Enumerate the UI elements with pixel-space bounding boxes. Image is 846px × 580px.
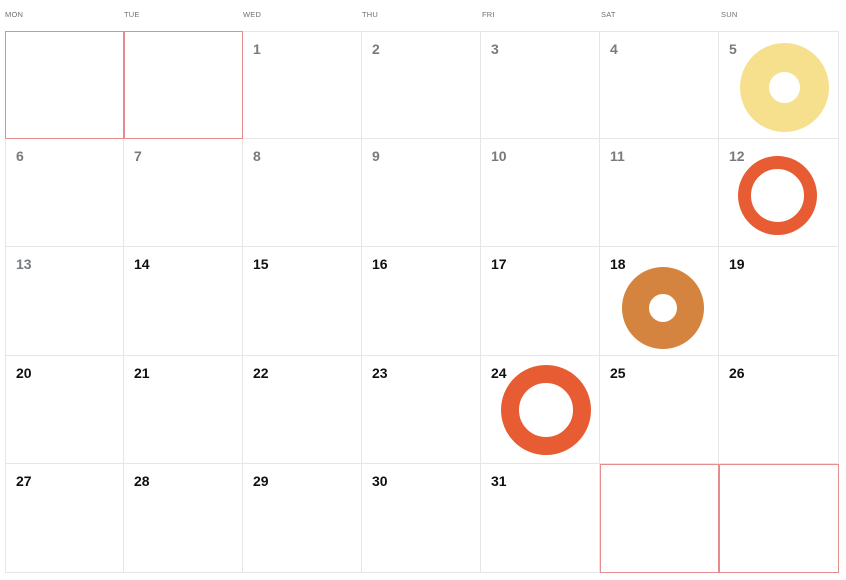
day-number: 28	[134, 473, 150, 489]
day-cell-2[interactable]: 2	[362, 31, 481, 139]
day-cell-1[interactable]: 1	[243, 31, 362, 139]
day-cell-15[interactable]: 15	[243, 247, 362, 356]
day-cell-28[interactable]: 28	[124, 464, 243, 573]
day-number: 14	[134, 256, 150, 272]
day-number: 3	[491, 41, 499, 57]
day-number: 30	[372, 473, 388, 489]
day-number: 19	[729, 256, 745, 272]
day-cell-21[interactable]: 21	[124, 356, 243, 464]
weekday-sat: SAT	[601, 10, 616, 19]
day-cell-16[interactable]: 16	[362, 247, 481, 356]
day-number: 12	[729, 148, 745, 164]
day-cell-13[interactable]: 13	[5, 247, 124, 356]
day-cell-19[interactable]: 19	[719, 247, 839, 356]
calendar-grid: 1 2 3 4 5 6 7 8 9 10 11 12 13 14 15 16 17 18 19 20 21 22 23 24 2…	[5, 31, 839, 573]
weekday-mon: MON	[5, 10, 24, 19]
day-cell-30[interactable]: 30	[362, 464, 481, 573]
empty-day-cell	[719, 464, 839, 573]
day-number: 6	[16, 148, 24, 164]
day-number: 11	[610, 148, 625, 164]
day-cell-4[interactable]: 4	[600, 31, 719, 139]
weekday-thu: THU	[362, 10, 379, 19]
event-ring-marker[interactable]	[739, 42, 829, 132]
day-cell-22[interactable]: 22	[243, 356, 362, 464]
day-cell-8[interactable]: 8	[243, 139, 362, 247]
day-number: 27	[16, 473, 32, 489]
day-number: 1	[253, 41, 261, 57]
event-ring-marker[interactable]	[737, 155, 817, 235]
day-cell-23[interactable]: 23	[362, 356, 481, 464]
day-number: 16	[372, 256, 388, 272]
event-ring-marker[interactable]	[622, 267, 704, 349]
empty-day-cell	[124, 31, 243, 139]
day-cell-20[interactable]: 20	[5, 356, 124, 464]
day-number: 8	[253, 148, 261, 164]
day-number: 13	[16, 256, 32, 272]
day-cell-27[interactable]: 27	[5, 464, 124, 573]
day-number: 9	[372, 148, 380, 164]
weekday-header: MON TUE WED THU FRI SAT SUN	[0, 0, 846, 31]
day-number: 25	[610, 365, 626, 381]
day-cell-3[interactable]: 3	[481, 31, 600, 139]
day-number: 18	[610, 256, 626, 272]
day-cell-10[interactable]: 10	[481, 139, 600, 247]
day-number: 15	[253, 256, 269, 272]
day-number: 20	[16, 365, 32, 381]
day-number: 10	[491, 148, 507, 164]
day-cell-6[interactable]: 6	[5, 139, 124, 247]
day-number: 22	[253, 365, 269, 381]
day-cell-31[interactable]: 31	[481, 464, 600, 573]
weekday-sun: SUN	[721, 10, 738, 19]
day-number: 2	[372, 41, 380, 57]
day-cell-9[interactable]: 9	[362, 139, 481, 247]
day-number: 5	[729, 41, 737, 57]
weekday-fri: FRI	[482, 10, 495, 19]
day-number: 7	[134, 148, 142, 164]
day-number: 17	[491, 256, 507, 272]
day-number: 4	[610, 41, 618, 57]
day-number: 24	[491, 365, 507, 381]
empty-day-cell	[5, 31, 124, 139]
day-cell-26[interactable]: 26	[719, 356, 839, 464]
day-number: 31	[491, 473, 507, 489]
day-cell-7[interactable]: 7	[124, 139, 243, 247]
empty-day-cell	[600, 464, 719, 573]
day-number: 29	[253, 473, 269, 489]
event-ring-marker[interactable]	[501, 365, 591, 455]
weekday-tue: TUE	[124, 10, 140, 19]
day-cell-29[interactable]: 29	[243, 464, 362, 573]
day-number: 23	[372, 365, 388, 381]
day-cell-17[interactable]: 17	[481, 247, 600, 356]
weekday-wed: WED	[243, 10, 262, 19]
day-cell-25[interactable]: 25	[600, 356, 719, 464]
day-cell-14[interactable]: 14	[124, 247, 243, 356]
day-cell-11[interactable]: 11	[600, 139, 719, 247]
day-number: 21	[134, 365, 150, 381]
day-number: 26	[729, 365, 745, 381]
